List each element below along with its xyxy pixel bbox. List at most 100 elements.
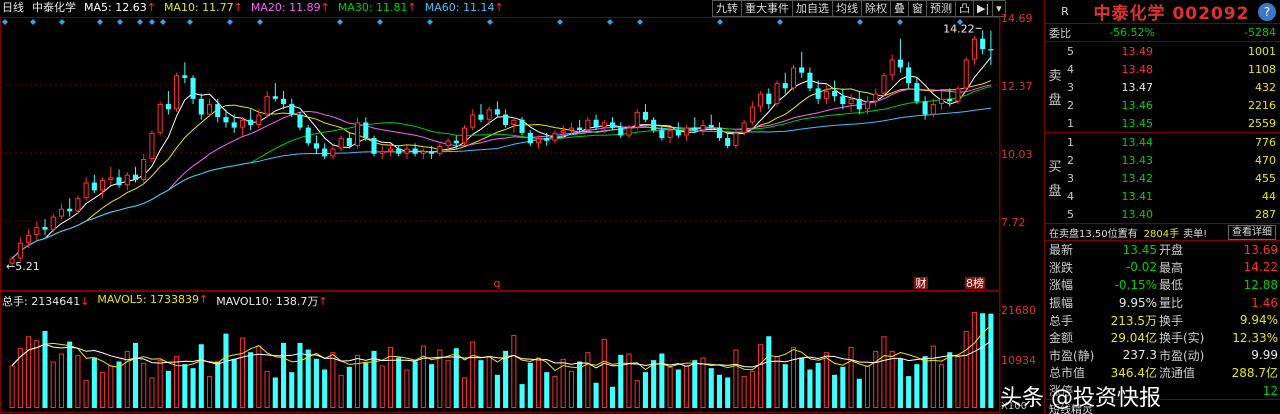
candle-body-up	[568, 127, 574, 131]
level-index: 5	[1067, 207, 1074, 221]
alert-text: 在卖盘13.50位置有	[1049, 228, 1138, 240]
volume-bar-up	[774, 356, 780, 409]
quote-value: 13.45	[1122, 242, 1157, 257]
kline-svg[interactable]: 14.22 ←5.21 q 财 8榜	[0, 0, 1043, 414]
volume-bar-up	[379, 365, 385, 409]
level-price: 13.47	[1121, 80, 1154, 94]
candle-body-up	[58, 208, 65, 217]
level-index: 2	[1067, 98, 1074, 112]
arrow-icon: ↓	[80, 295, 90, 308]
toolbar-button[interactable]: 预测	[927, 0, 956, 17]
level-index: 1	[1067, 116, 1074, 130]
ma-label: MA20: 11.89	[250, 1, 321, 14]
volume-bar-down	[503, 350, 509, 408]
candle-body-down	[577, 127, 583, 131]
candle-body-down	[248, 119, 254, 125]
quote-key: 总市值	[1049, 366, 1086, 381]
volume-bar-up	[568, 370, 574, 408]
kline-chart-area[interactable]: 14.22 ←5.21 q 财 8榜 日线 中泰化学 MA5: 12.63↑ MA10: …	[0, 0, 1043, 414]
candle-body-down	[429, 151, 435, 154]
sell-level-row[interactable]: 4 13.48 1108	[1045, 60, 1280, 78]
candle-body-down	[42, 227, 48, 230]
buy-level-row[interactable]: 5 13.40 287	[1045, 205, 1280, 223]
volume-bar-down	[544, 372, 550, 408]
toolbar-button[interactable]: 均线	[833, 0, 862, 17]
quote-key: 涨跌	[1049, 260, 1074, 275]
buy-level-row[interactable]: 3 13.42 455	[1045, 169, 1280, 187]
event-diamond-marker	[160, 19, 166, 25]
toolbar-button[interactable]: 九转	[712, 0, 742, 17]
level-price: 13.45	[1121, 116, 1154, 130]
toolbar-button[interactable]: 重大事件	[742, 0, 793, 17]
buy-level-row[interactable]: 2 13.43 470	[1045, 151, 1280, 169]
candle-body-down	[67, 208, 73, 212]
candle-body-down	[198, 98, 204, 115]
toolbar-button[interactable]: 除权	[862, 0, 891, 17]
candle-body-down	[297, 114, 303, 128]
toolbar-button[interactable]: 窗	[909, 0, 927, 17]
volume-bar-up	[174, 356, 180, 409]
quote-key: 市盈(动)	[1159, 348, 1205, 363]
ma-legend-item: MA30: 11.81↑	[338, 0, 417, 16]
sell-level-row[interactable]: 3 13.47 432	[1045, 78, 1280, 96]
help-icon[interactable]: ?	[1258, 2, 1276, 21]
toolbar-button[interactable]: 叠	[891, 0, 909, 17]
sell-level-row[interactable]: 2 13.46 2216	[1045, 96, 1280, 114]
level-price: 13.44	[1121, 135, 1154, 149]
candle-body-down	[807, 72, 813, 89]
volume-bar-down	[815, 362, 821, 408]
candle-body-down	[651, 119, 657, 131]
volume-bar-down	[313, 358, 319, 408]
event-diamond-marker	[857, 19, 863, 25]
volume-bar-down	[363, 362, 369, 408]
candle-body-down	[478, 114, 484, 120]
arrow-icon: ↑	[318, 295, 328, 308]
view-detail-button[interactable]: 查看详细	[1228, 224, 1276, 240]
candle-body-up	[100, 179, 106, 191]
toolbar-button[interactable]: ▶|	[974, 0, 994, 17]
candle-body-up	[206, 104, 213, 115]
alert-volume: 2804手	[1143, 228, 1180, 240]
volume-bar-up	[149, 377, 155, 409]
buy-level-row[interactable]: 1 13.44 776	[1045, 133, 1280, 151]
volume-bar-up	[955, 356, 961, 409]
ma-legend-item: MA60: 11.14↑	[425, 0, 504, 16]
volume-bar-down	[215, 361, 221, 408]
volume-bar-down	[67, 341, 73, 408]
candle-body-up	[461, 127, 468, 144]
quote-value: 13.69	[1243, 242, 1278, 257]
volume-bar-down	[914, 364, 920, 408]
volume-bar-up	[823, 352, 829, 408]
volume-legend-item: MAVOL5: 1733839↑	[97, 293, 208, 307]
quote-key: 最低	[1159, 278, 1184, 293]
candle-body-down	[725, 138, 731, 146]
volume-bar-up	[404, 369, 410, 408]
sell-level-row[interactable]: 5 13.49 1001	[1045, 42, 1280, 60]
candle-body-up	[26, 234, 32, 243]
candle-body-down	[116, 177, 122, 186]
toolbar-button[interactable]: 加自选	[793, 0, 833, 17]
quote-key: 振幅	[1049, 296, 1074, 311]
quote-value: 237.3	[1122, 348, 1157, 363]
buy-level-row[interactable]: 4 13.41 44	[1045, 187, 1280, 205]
sell-level-row[interactable]: 1 13.45 2559	[1045, 114, 1280, 132]
quote-value: 12	[1262, 383, 1278, 398]
period-label[interactable]: 日线	[2, 0, 24, 16]
volume-bar-up	[848, 346, 854, 408]
toolbar-button[interactable]: 凸	[956, 0, 974, 17]
candle-body-down	[642, 111, 648, 120]
ma5-line	[11, 56, 992, 259]
volume-bar-up	[963, 330, 969, 408]
quote-row: 振幅 9.95% 量比 1.46	[1045, 294, 1280, 312]
price-axis-label: 14.69	[1001, 12, 1033, 25]
volume-bar-up	[511, 334, 517, 408]
candle-body-up	[511, 119, 517, 125]
r-label[interactable]: R	[1045, 5, 1085, 18]
volume-bar-down	[346, 366, 352, 408]
quote-value: 12.88	[1243, 277, 1278, 292]
weibi-diff: -5284	[1244, 26, 1276, 39]
candle-body-down	[272, 96, 278, 99]
event-diamond-marker	[117, 19, 123, 25]
ranking-marker: 8榜	[966, 276, 984, 290]
candle-body-up	[626, 127, 632, 136]
